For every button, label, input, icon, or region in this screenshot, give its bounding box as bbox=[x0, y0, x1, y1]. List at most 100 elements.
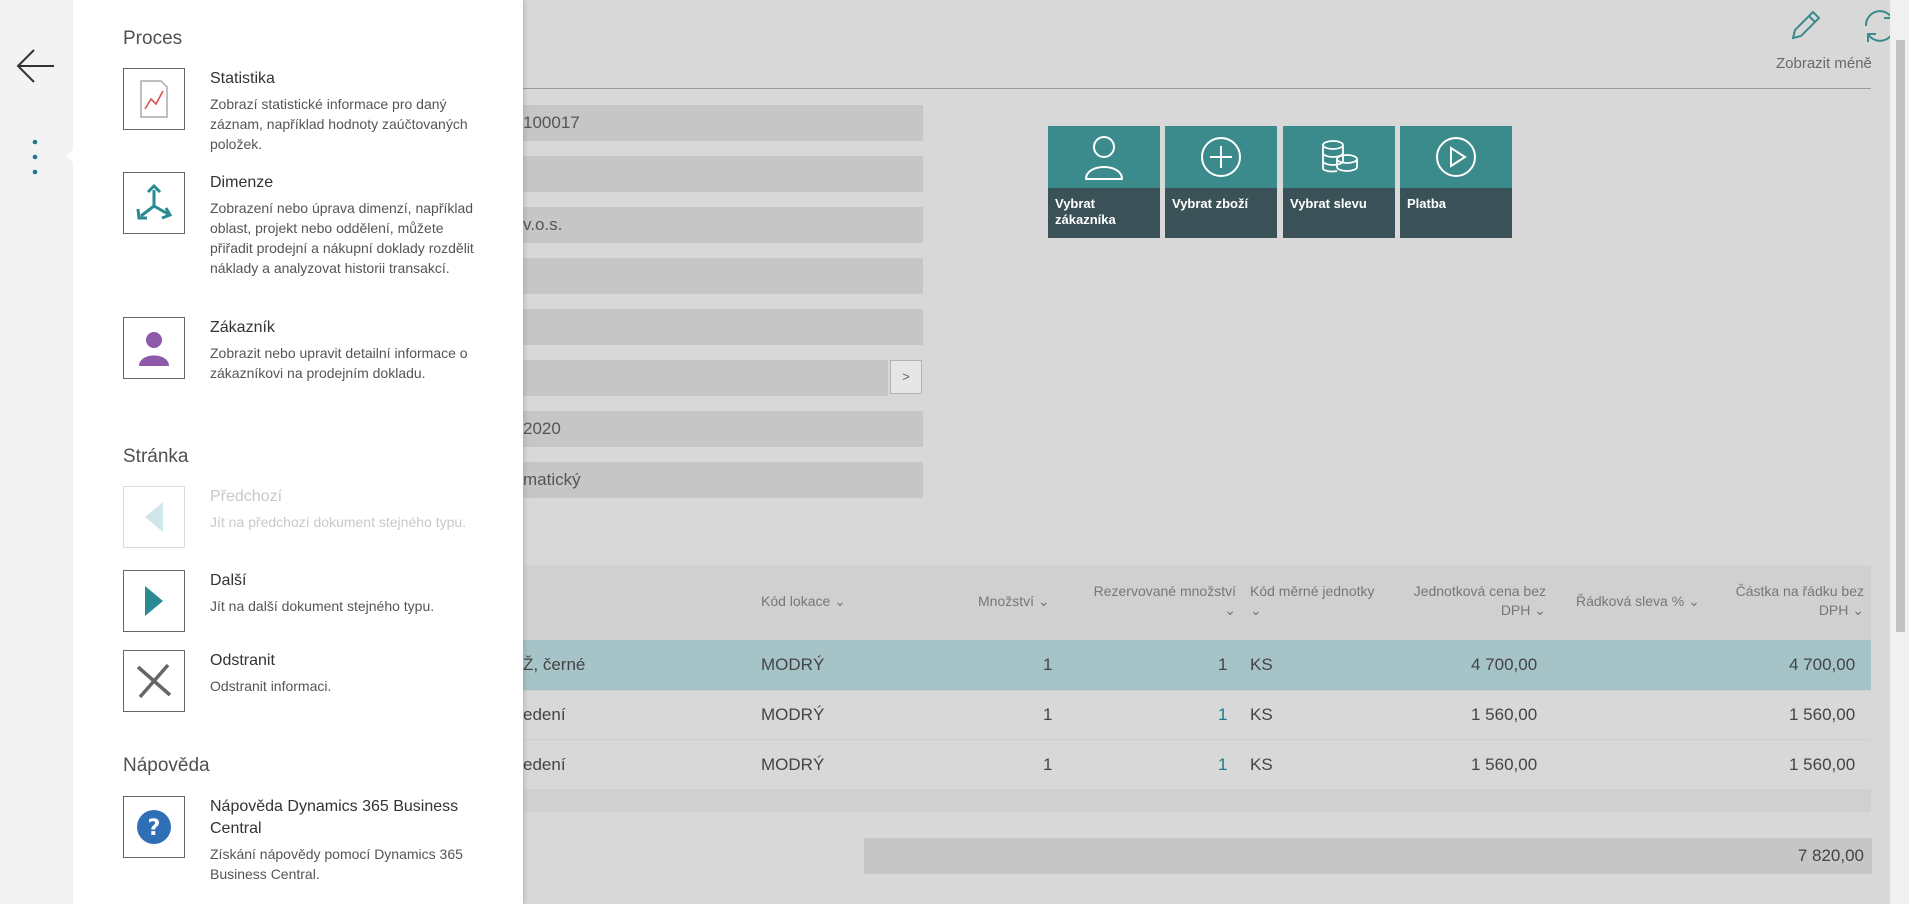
left-rail bbox=[0, 0, 74, 904]
back-arrow-icon bbox=[16, 49, 54, 83]
col-header-reserved[interactable]: Rezervované množství ⌄ bbox=[1080, 582, 1236, 620]
lookup-button[interactable]: > bbox=[890, 360, 922, 394]
action-description: Získání nápovědy pomocí Dynamics 365 Bus… bbox=[210, 846, 463, 882]
cell-uom: KS bbox=[1250, 655, 1273, 674]
cell-description: Ž, černé bbox=[523, 655, 586, 674]
tile-icon-area bbox=[1400, 126, 1512, 188]
col-header-line-discount[interactable]: Řádková sleva % ⌄ bbox=[1576, 592, 1700, 611]
col-header-uom[interactable]: Kód měrné jednotky ⌄ bbox=[1250, 582, 1390, 620]
cell-uom: KS bbox=[1250, 705, 1273, 724]
cell-quantity: 1 bbox=[1043, 655, 1053, 674]
field-value: 2020 bbox=[523, 419, 561, 438]
action-description: Odstranit informaci. bbox=[210, 678, 332, 694]
chevron-down-icon: ⌄ bbox=[1037, 593, 1050, 609]
section-title-help: Nápověda bbox=[123, 755, 210, 776]
total-amount-value: 7 820,00 bbox=[1797, 846, 1864, 865]
col-header-label: Kód lokace bbox=[761, 593, 831, 609]
col-header-line-amount[interactable]: Částka na řádku bez DPH ⌄ bbox=[1718, 582, 1864, 620]
field-2[interactable] bbox=[523, 156, 923, 192]
cell-unit-price: 1 560,00 bbox=[1471, 755, 1538, 774]
tile-payment[interactable]: Platba bbox=[1400, 126, 1512, 238]
cell-location: MODRÝ bbox=[761, 655, 825, 674]
field-status[interactable]: matický bbox=[523, 462, 923, 498]
chevron-down-icon: ⌄ bbox=[1852, 602, 1864, 618]
field-value: matický bbox=[523, 470, 581, 489]
cell-location: MODRÝ bbox=[761, 705, 825, 724]
chevron-down-icon: ⌄ bbox=[834, 593, 846, 609]
show-less-link[interactable]: Zobrazit méně bbox=[1776, 55, 1872, 72]
action-dimensions[interactable]: Dimenze Zobrazení nebo úprava dimenzí, n… bbox=[123, 172, 503, 302]
col-header-label: Částka na řádku bez DPH bbox=[1735, 583, 1864, 618]
action-title: Statistika bbox=[210, 70, 275, 87]
total-amount-field: 7 820,00 bbox=[864, 838, 1872, 874]
action-next[interactable]: Další Jít na další dokument stejného typ… bbox=[123, 570, 503, 632]
play-circle-icon bbox=[1436, 137, 1476, 177]
header-divider bbox=[523, 88, 1871, 89]
col-header-label: Jednotková cena bez DPH bbox=[1413, 583, 1546, 618]
action-description: Jít na předchozí dokument stejného typu. bbox=[210, 514, 467, 530]
action-title: Nápověda Dynamics 365 Business Central bbox=[210, 798, 459, 837]
field-date[interactable]: 2020 bbox=[523, 411, 923, 447]
tile-icon-area bbox=[1048, 126, 1160, 188]
cell-reserved[interactable]: 1 bbox=[1218, 640, 1227, 690]
col-header-unit-price[interactable]: Jednotková cena bez DPH ⌄ bbox=[1398, 582, 1546, 620]
chevron-down-icon: ⌄ bbox=[1224, 602, 1236, 618]
cell-line-amount: 1 560,00 bbox=[1789, 705, 1856, 724]
cell-unit-price: 4 700,00 bbox=[1471, 655, 1538, 674]
col-header-label: Rezervované množství bbox=[1093, 583, 1236, 599]
coins-icon bbox=[1322, 140, 1358, 173]
cell-quantity: 1 bbox=[1043, 755, 1053, 774]
action-description: Zobrazí statistické informace pro daný z… bbox=[210, 96, 468, 152]
cell-unit-price: 1 560,00 bbox=[1471, 705, 1538, 724]
statistics-icon bbox=[123, 68, 185, 130]
chevron-down-icon: ⌄ bbox=[1534, 602, 1546, 618]
action-help[interactable]: ? Nápověda Dynamics 365 Business Central… bbox=[123, 796, 503, 886]
action-delete[interactable]: Odstranit Odstranit informaci. bbox=[123, 650, 503, 712]
col-header-quantity[interactable]: Množství ⌄ bbox=[978, 592, 1050, 611]
cell-location: MODRÝ bbox=[761, 755, 825, 774]
tile-select-customer[interactable]: Vybrat zákazníka bbox=[1048, 126, 1160, 238]
action-description: Zobrazení nebo úprava dimenzí, například… bbox=[210, 200, 474, 276]
table-row[interactable]: edení MODRÝ 1 1 KS 1 560,00 1 560,00 bbox=[523, 740, 1871, 790]
cell-reserved[interactable]: 1 bbox=[1218, 690, 1227, 740]
chevron-down-icon: ⌄ bbox=[1250, 602, 1262, 618]
pencil-icon bbox=[1791, 10, 1821, 40]
field-5[interactable] bbox=[523, 309, 923, 345]
chevron-down-icon: ⌄ bbox=[1688, 593, 1700, 609]
customer-icon bbox=[123, 317, 185, 379]
cell-reserved[interactable]: 1 bbox=[1218, 740, 1227, 790]
person-icon bbox=[1084, 136, 1124, 180]
plus-circle-icon bbox=[1201, 137, 1241, 177]
col-header-label: Množství bbox=[978, 593, 1035, 609]
field-number[interactable]: 100017 bbox=[523, 105, 923, 141]
action-title: Dimenze bbox=[210, 174, 274, 191]
col-header-label: Řádková sleva % bbox=[1576, 593, 1685, 609]
tile-icon-area bbox=[1283, 126, 1395, 188]
grid-footer bbox=[523, 790, 1871, 812]
more-actions-button[interactable] bbox=[30, 136, 40, 180]
table-row[interactable]: edení MODRÝ 1 1 KS 1 560,00 1 560,00 bbox=[523, 690, 1871, 740]
field-customer-name[interactable]: v.o.s. bbox=[523, 207, 923, 243]
back-button[interactable] bbox=[14, 46, 56, 86]
action-title: Zákazník bbox=[210, 319, 275, 336]
help-icon: ? bbox=[123, 796, 185, 858]
cell-uom: KS bbox=[1250, 755, 1273, 774]
col-header-location[interactable]: Kód lokace ⌄ bbox=[761, 592, 846, 611]
action-previous[interactable]: Předchozí Jít na předchozí dokument stej… bbox=[123, 486, 503, 556]
tile-select-discount[interactable]: Vybrat slevu bbox=[1283, 126, 1395, 238]
vertical-ellipsis-icon bbox=[32, 139, 38, 175]
field-lookup[interactable] bbox=[523, 360, 888, 396]
cell-quantity: 1 bbox=[1043, 705, 1053, 724]
edit-button[interactable] bbox=[1785, 6, 1825, 46]
tile-select-items[interactable]: Vybrat zboží bbox=[1165, 126, 1277, 238]
table-row[interactable]: Ž, černé MODRÝ 1 1 KS 4 700,00 4 700,00 bbox=[523, 640, 1871, 690]
scrollbar-thumb[interactable] bbox=[1896, 40, 1905, 632]
field-value: v.o.s. bbox=[523, 215, 563, 234]
vertical-scrollbar[interactable] bbox=[1890, 0, 1909, 904]
section-title-page: Stránka bbox=[123, 446, 189, 467]
action-customer[interactable]: Zákazník Zobrazit nebo upravit detailní … bbox=[123, 317, 503, 407]
field-4[interactable] bbox=[523, 258, 923, 294]
action-statistics[interactable]: Statistika Zobrazí statistické informace… bbox=[123, 68, 503, 158]
action-title: Předchozí bbox=[210, 488, 283, 505]
tile-icon-area bbox=[1165, 126, 1277, 188]
